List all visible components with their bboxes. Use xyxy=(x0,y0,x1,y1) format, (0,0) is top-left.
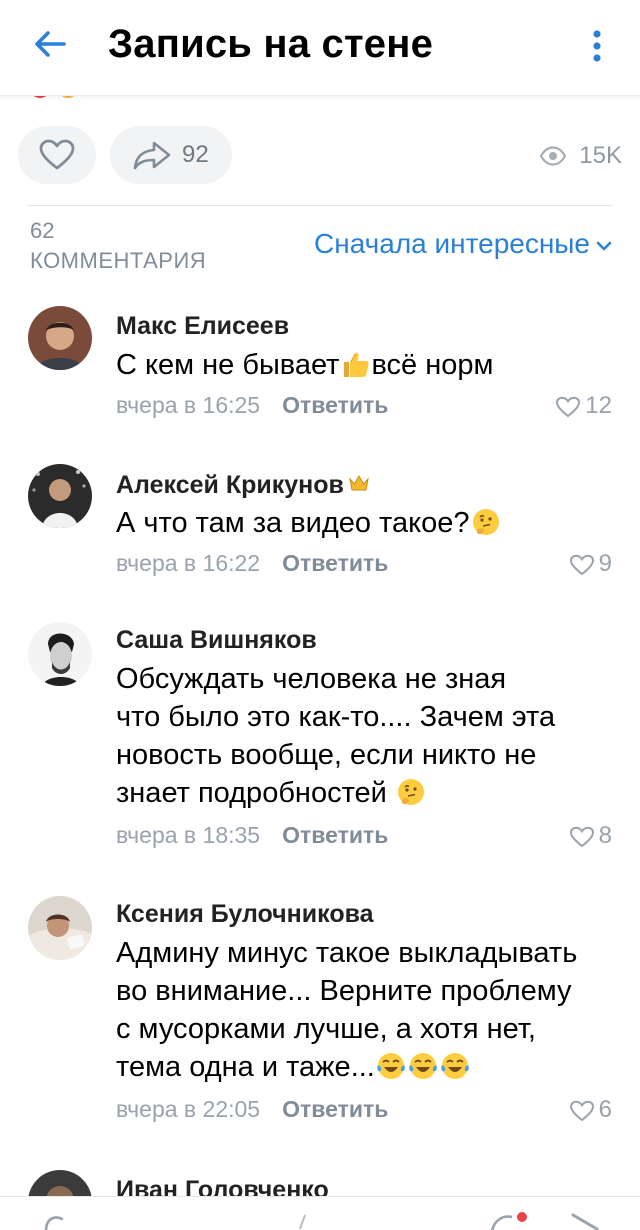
comment-meta: вчера в 22:05 Ответить xyxy=(116,1096,388,1123)
comment-input-bar xyxy=(0,1196,640,1230)
comment-text: Админу минус такое выкладывать во вниман… xyxy=(116,937,578,1083)
input-cursor-icon xyxy=(298,1213,308,1230)
heart-outline-icon xyxy=(39,139,75,176)
heart-outline-icon xyxy=(555,392,585,419)
thinking-face-emoji-icon xyxy=(396,777,426,807)
back-arrow-icon[interactable] xyxy=(28,22,72,66)
reply-button[interactable]: Ответить xyxy=(282,1096,388,1123)
comments-count: 62 xyxy=(30,218,55,243)
comment-meta: вчера в 16:22 Ответить xyxy=(116,550,388,577)
send-icon[interactable] xyxy=(570,1211,600,1230)
comment-meta: вчера в 16:25 Ответить xyxy=(116,392,388,419)
views-count: 15K xyxy=(579,142,622,169)
comment-author[interactable]: Алексей Крикунов xyxy=(116,470,370,500)
comment-text: С кем не бывает всё норм xyxy=(116,349,494,381)
sort-dropdown[interactable]: Сначала интересные xyxy=(314,228,612,260)
comment-text: А что там за видео такое? xyxy=(116,504,621,542)
comment-like-button[interactable]: 6 xyxy=(569,1096,612,1124)
comment-text: Обсуждать человека не зная что было это … xyxy=(116,663,556,809)
attach-icon[interactable] xyxy=(40,1211,74,1230)
reply-button[interactable]: Ответить xyxy=(282,822,388,849)
eye-icon xyxy=(539,146,571,166)
comment-meta: вчера в 18:35 Ответить xyxy=(116,822,388,849)
top-bar: Запись на стене xyxy=(0,0,640,96)
comment-time: вчера в 22:05 xyxy=(116,1096,261,1122)
heart-outline-icon xyxy=(569,822,599,849)
comment-author[interactable]: Макс Елисеев xyxy=(116,312,289,341)
comments-label: КОММЕНТАРИЯ xyxy=(30,248,207,273)
comment-time: вчера в 16:22 xyxy=(116,550,261,576)
sort-label: Сначала интересные xyxy=(314,228,590,259)
crown-badge-icon xyxy=(348,470,370,491)
comment-like-count: 8 xyxy=(598,822,612,849)
thinking-face-emoji-icon xyxy=(471,507,501,537)
share-button[interactable]: 92 xyxy=(110,126,232,184)
chevron-down-icon xyxy=(590,228,612,259)
comment-author[interactable]: Ксения Булочникова xyxy=(116,900,374,929)
comment-time: вчера в 16:25 xyxy=(116,392,261,418)
share-arrow-icon xyxy=(132,140,172,175)
thumbs-up-emoji-icon xyxy=(340,349,370,379)
views-counter: 15K xyxy=(539,142,622,170)
comments-header: 62 КОММЕНТАРИЯ Сначала интересные xyxy=(30,218,614,278)
reply-button[interactable]: Ответить xyxy=(282,392,388,419)
comment-like-count: 12 xyxy=(585,392,612,419)
comment-author[interactable]: Саша Вишняков xyxy=(116,626,317,655)
tears-of-joy-emoji-icon xyxy=(408,1051,438,1081)
comment-like-count: 9 xyxy=(598,550,612,577)
comment-like-button[interactable]: 8 xyxy=(569,822,612,850)
more-vertical-icon[interactable] xyxy=(582,26,612,66)
emoji-button-icon[interactable] xyxy=(486,1209,530,1230)
share-count: 92 xyxy=(182,141,209,168)
comment-time: вчера в 18:35 xyxy=(116,822,261,848)
avatar[interactable] xyxy=(28,306,92,370)
page-title: Запись на стене xyxy=(108,22,434,66)
avatar[interactable] xyxy=(28,464,92,528)
tears-of-joy-emoji-icon xyxy=(440,1051,470,1081)
divider xyxy=(28,205,612,206)
heart-outline-icon xyxy=(569,1096,599,1123)
tears-of-joy-emoji-icon xyxy=(376,1051,406,1081)
heart-outline-icon xyxy=(569,550,599,577)
comment-like-button[interactable]: 9 xyxy=(569,550,612,578)
avatar[interactable] xyxy=(28,896,92,960)
comment-like-count: 6 xyxy=(598,1096,612,1123)
like-button[interactable] xyxy=(18,126,96,184)
reply-button[interactable]: Ответить xyxy=(282,550,388,577)
avatar[interactable] xyxy=(28,622,92,686)
comment-like-button[interactable]: 12 xyxy=(555,392,612,420)
post-actions: 92 15K xyxy=(0,126,640,186)
